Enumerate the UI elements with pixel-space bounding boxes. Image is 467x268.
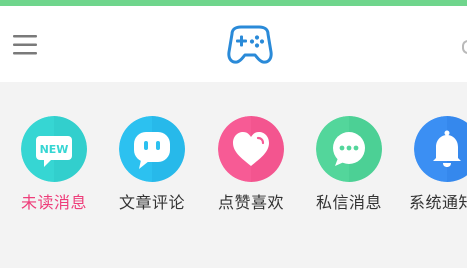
menu-button[interactable] — [10, 30, 42, 60]
category-label-unread: 未读消息 — [20, 193, 87, 212]
heart-icon — [218, 116, 284, 182]
main-content: NEW 未读消息 文章评论 点赞喜欢 私信消息 系统通 — [0, 82, 467, 268]
new-badge-icon: NEW — [21, 116, 87, 182]
svg-text:NEW: NEW — [40, 143, 69, 156]
chat-bubble-face-icon — [119, 116, 185, 182]
category-label-likes: 点赞喜欢 — [217, 193, 284, 212]
message-dots-icon — [316, 116, 382, 182]
hamburger-menu-icon — [13, 35, 37, 55]
gamepad-icon — [227, 25, 273, 64]
category-label-private-messages: 私信消息 — [315, 193, 382, 212]
category-unread[interactable]: NEW 未读消息 — [9, 116, 99, 226]
bell-icon — [414, 116, 467, 182]
category-comments[interactable]: 文章评论 — [107, 116, 197, 226]
user-icon[interactable] — [462, 40, 467, 54]
message-category-bar: NEW 未读消息 文章评论 点赞喜欢 私信消息 系统通 — [0, 82, 467, 268]
category-label-comments: 文章评论 — [118, 193, 185, 212]
category-likes[interactable]: 点赞喜欢 — [206, 116, 296, 226]
app-logo — [222, 24, 278, 66]
category-private-messages[interactable]: 私信消息 — [304, 116, 394, 226]
category-label-system-notifications: 系统通知 — [409, 193, 467, 212]
header-bar — [0, 6, 467, 82]
category-system-notifications[interactable]: 系统通知 — [402, 116, 467, 226]
